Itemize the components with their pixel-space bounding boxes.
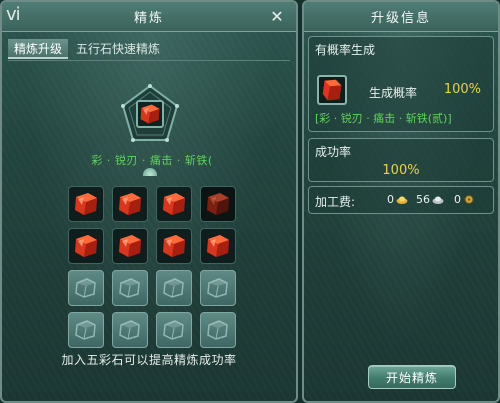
red-crystal-stone-icon <box>119 193 141 215</box>
material-slot[interactable] <box>200 228 236 264</box>
success-rate-section: 成功率 100% <box>308 138 494 182</box>
material-slot[interactable] <box>156 186 192 222</box>
red-crystal-stone-icon <box>163 193 185 215</box>
ghost-stone-icon <box>119 278 140 298</box>
ghost-stone-icon <box>75 320 96 340</box>
red-crystal-stone-icon <box>75 235 97 257</box>
material-slot[interactable] <box>68 270 104 306</box>
tab-bar: 精炼升级 五行石快速精炼 <box>8 38 290 60</box>
probability-title: 有概率生成 <box>315 43 376 57</box>
emblem-icon: ⅵ <box>6 4 23 25</box>
close-icon[interactable]: ✕ <box>268 7 288 27</box>
material-slot[interactable] <box>200 186 236 222</box>
refine-titlebar: ⅵ 精炼 ✕ <box>2 2 296 32</box>
probability-label: 生成概率 <box>369 86 418 100</box>
upgrade-info-title: 升级信息 <box>370 11 431 26</box>
material-slot[interactable] <box>112 186 148 222</box>
fee-silver: 56 <box>416 193 430 206</box>
result-item-slot[interactable] <box>317 75 347 105</box>
refine-panel: ⅵ 精炼 ✕ 精炼升级 五行石快速精炼 彩 · 锐刃 · 痛击 · 斩铁(加入… <box>0 0 298 403</box>
fee-section: 加工费: 0 56 0 <box>308 186 494 214</box>
material-slot[interactable] <box>112 270 148 306</box>
material-slot[interactable] <box>68 228 104 264</box>
red-crystal-stone-icon <box>207 193 229 215</box>
material-slot[interactable] <box>200 312 236 348</box>
red-crystal-stone-icon <box>163 235 185 257</box>
material-slot[interactable] <box>112 312 148 348</box>
red-crystal-stone-icon <box>140 104 160 124</box>
material-slot[interactable] <box>68 186 104 222</box>
ghost-stone-icon <box>163 320 184 340</box>
target-item-slot[interactable] <box>136 100 164 128</box>
red-crystal-stone-icon <box>75 193 97 215</box>
result-attributes: [彩 · 锐刃 · 痛击 · 斩铁(贰)] <box>315 112 452 125</box>
ghost-stone-icon <box>163 278 184 298</box>
red-crystal-stone-icon <box>322 79 342 101</box>
red-crystal-stone-icon <box>119 235 141 257</box>
ghost-stone-icon <box>119 320 140 340</box>
ghost-stone-icon <box>75 278 96 298</box>
socket-indicator <box>143 168 157 176</box>
tab-divider <box>8 60 290 61</box>
upgrade-info-panel: 升级信息 有概率生成 生成概率 100% [彩 · 锐刃 · 痛击 · 斩铁(贰… <box>302 0 500 403</box>
tab-refine-upgrade[interactable]: 精炼升级 <box>8 39 69 59</box>
silver-ingot-icon <box>432 196 444 204</box>
fee-gold: 0 <box>387 193 394 206</box>
hint-text: 加入五彩石可以提高精炼成功率 <box>61 353 237 367</box>
material-grid <box>68 186 238 350</box>
material-slot[interactable] <box>200 270 236 306</box>
probability-value: 100% <box>443 82 481 97</box>
tab-quick-refine[interactable]: 五行石快速精炼 <box>70 39 166 59</box>
start-refine-button[interactable]: 开始精炼 <box>368 365 456 389</box>
ghost-stone-icon <box>207 320 228 340</box>
fee-label: 加工费: <box>315 195 356 209</box>
refine-title: 精炼 <box>133 11 164 26</box>
probability-section: 有概率生成 生成概率 100% [彩 · 锐刃 · 痛击 · 斩铁(贰)] <box>308 36 494 132</box>
copper-coin-icon <box>464 195 474 204</box>
fee-copper: 0 <box>454 193 461 206</box>
upgrade-info-titlebar: 升级信息 <box>304 2 498 32</box>
material-slot[interactable] <box>112 228 148 264</box>
material-slot[interactable] <box>68 312 104 348</box>
fee-values: 0 56 0 <box>387 193 475 206</box>
ghost-stone-icon <box>207 278 228 298</box>
material-slot[interactable] <box>156 228 192 264</box>
target-socket <box>120 84 180 144</box>
material-slot[interactable] <box>156 270 192 306</box>
red-crystal-stone-icon <box>207 235 229 257</box>
gold-ingot-icon <box>396 196 408 204</box>
success-rate-title: 成功率 <box>315 145 352 159</box>
target-item-attributes: 彩 · 锐刃 · 痛击 · 斩铁( <box>91 154 213 167</box>
material-slot[interactable] <box>156 312 192 348</box>
success-rate-value: 100% <box>382 163 420 178</box>
